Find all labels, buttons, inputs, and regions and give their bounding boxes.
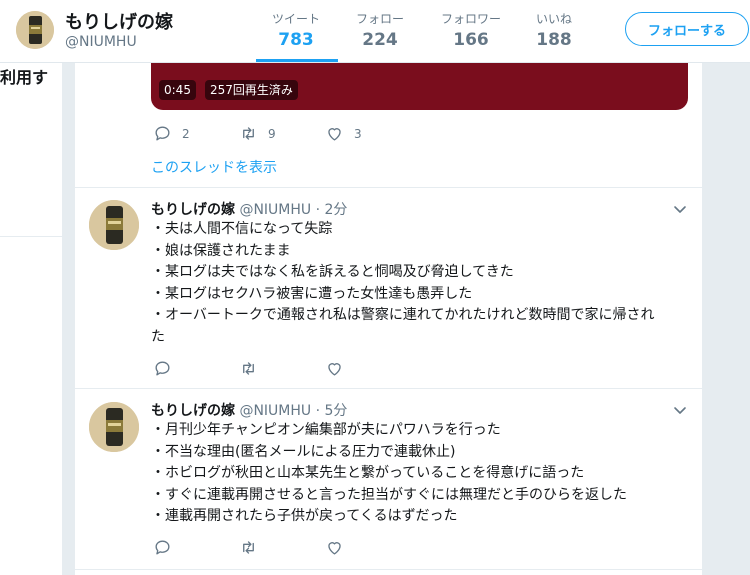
avatar-image xyxy=(89,200,139,250)
tweet-header: もりしげの嫁 @NIUMHU · 2分 xyxy=(151,199,347,219)
tweet-divider xyxy=(75,187,702,188)
left-column-divider xyxy=(0,236,62,237)
tweet-timestamp[interactable]: · 5分 xyxy=(316,403,348,419)
reply-icon xyxy=(155,361,170,376)
tweet-line: ・月刊少年チャンピオン編集部が夫にパワハラを行った xyxy=(151,422,501,438)
chevron-down-icon[interactable] xyxy=(672,402,688,418)
heart-icon xyxy=(328,542,341,555)
stat-following[interactable]: フォロー 224 xyxy=(346,10,414,50)
tweet-avatar[interactable] xyxy=(89,200,139,250)
avatar-image xyxy=(89,402,139,452)
stat-following-label: フォロー xyxy=(355,12,404,26)
stat-likes[interactable]: いいね 188 xyxy=(524,10,584,50)
retweet-icon xyxy=(243,541,254,554)
tweet-timestamp[interactable]: · 2分 xyxy=(316,202,348,218)
stat-likes-value: 188 xyxy=(536,30,572,50)
tweet-line: ・某ログはセクハラ被害に遭った女性達も愚弄した xyxy=(151,285,473,302)
profile-header-bar: もりしげの嫁 @NIUMHU ツイート 783 フォロー 224 フォロワー 1… xyxy=(0,0,750,63)
retweet-button[interactable] xyxy=(239,538,325,557)
retweet-button[interactable]: 9 xyxy=(239,124,325,143)
video-player[interactable]: 0:45 257回再生済み xyxy=(151,62,688,110)
chevron-down-icon[interactable] xyxy=(672,201,688,217)
tweet-action-bar xyxy=(153,538,411,557)
like-count: 3 xyxy=(354,126,362,141)
stat-tweets-label: ツイート xyxy=(271,12,320,26)
tweet-author-name[interactable]: もりしげの嫁 xyxy=(151,202,235,218)
left-column xyxy=(0,62,62,575)
tweet-text: ・月刊少年チャンピオン編集部が夫にパワハラを行った ・不当な理由(匿名メールによ… xyxy=(151,420,691,528)
retweet-icon xyxy=(243,362,254,375)
stat-likes-label: いいね xyxy=(535,12,572,26)
retweet-count: 9 xyxy=(268,126,276,141)
left-column-text-fragment: 利用す xyxy=(0,68,49,87)
active-tab-indicator xyxy=(256,59,338,62)
show-thread-link[interactable]: このスレッドを表示 xyxy=(151,157,277,177)
stat-followers-label: フォロワー xyxy=(440,12,501,26)
tweet-text: ・夫は人間不信になって失踪 ・娘は保護されたまま ・某ログは夫ではなく私を訴える… xyxy=(151,219,691,348)
tweet-line: ・ホビログが秋田と山本某先生と繋がっていることを得意げに語った xyxy=(151,465,585,481)
reply-button[interactable] xyxy=(153,359,239,378)
stat-followers[interactable]: フォロワー 166 xyxy=(432,10,510,50)
reply-count: 2 xyxy=(182,126,190,141)
tweet-line: ・某ログは夫ではなく私を訴えると恫喝及び脅迫してきた xyxy=(151,264,514,280)
like-button[interactable] xyxy=(325,359,411,378)
heart-icon xyxy=(328,128,341,141)
tweet-line: ・娘は保護されたまま xyxy=(151,242,291,259)
tweet-line: ・夫は人間不信になって失踪 xyxy=(151,221,333,237)
tweet-avatar[interactable] xyxy=(89,402,139,452)
stat-following-value: 224 xyxy=(362,30,398,50)
tweet-line: ・オーバートークで通報され私は警察に連れてかれたけれど数時間で家に帰され xyxy=(151,307,655,323)
stat-tweets-value: 783 xyxy=(278,30,314,50)
avatar-image xyxy=(16,11,54,49)
reply-button[interactable] xyxy=(153,538,239,557)
tweet-line: た xyxy=(151,328,165,345)
heart-icon xyxy=(328,363,341,376)
profile-name[interactable]: もりしげの嫁 xyxy=(65,8,173,34)
tweet-line: ・すぐに連載再開させると言った担当がすぐには無理だと手のひらを返した xyxy=(151,486,627,503)
video-view-count: 257回再生済み xyxy=(205,80,298,100)
tweet-author-handle[interactable]: @NIUMHU xyxy=(239,403,311,419)
reply-icon xyxy=(155,540,170,555)
tweet-header: もりしげの嫁 @NIUMHU · 5分 xyxy=(151,400,347,420)
tweet-divider xyxy=(75,388,702,389)
tweet-line: ・不当な理由(匿名メールによる圧力で連載休止) xyxy=(151,443,456,460)
tweet-action-bar: 2 9 3 xyxy=(153,124,411,143)
tweet-action-bar xyxy=(153,359,411,378)
retweet-icon xyxy=(243,127,254,140)
follow-button[interactable]: フォローする xyxy=(625,12,749,46)
reply-icon xyxy=(155,126,170,141)
tweet-divider xyxy=(75,569,702,570)
tweet-author-name[interactable]: もりしげの嫁 xyxy=(151,403,235,419)
video-duration: 0:45 xyxy=(159,80,196,100)
profile-handle: @NIUMHU xyxy=(65,34,137,50)
profile-avatar[interactable] xyxy=(16,11,54,49)
stat-followers-value: 166 xyxy=(453,30,489,50)
tweet-line: ・連載再開されたら子供が戻ってくるはずだった xyxy=(151,508,458,524)
like-button[interactable]: 3 xyxy=(325,124,411,143)
tweet-author-handle[interactable]: @NIUMHU xyxy=(239,202,311,218)
like-button[interactable] xyxy=(325,538,411,557)
retweet-button[interactable] xyxy=(239,359,325,378)
stat-tweets[interactable]: ツイート 783 xyxy=(262,10,330,50)
reply-button[interactable]: 2 xyxy=(153,124,239,143)
